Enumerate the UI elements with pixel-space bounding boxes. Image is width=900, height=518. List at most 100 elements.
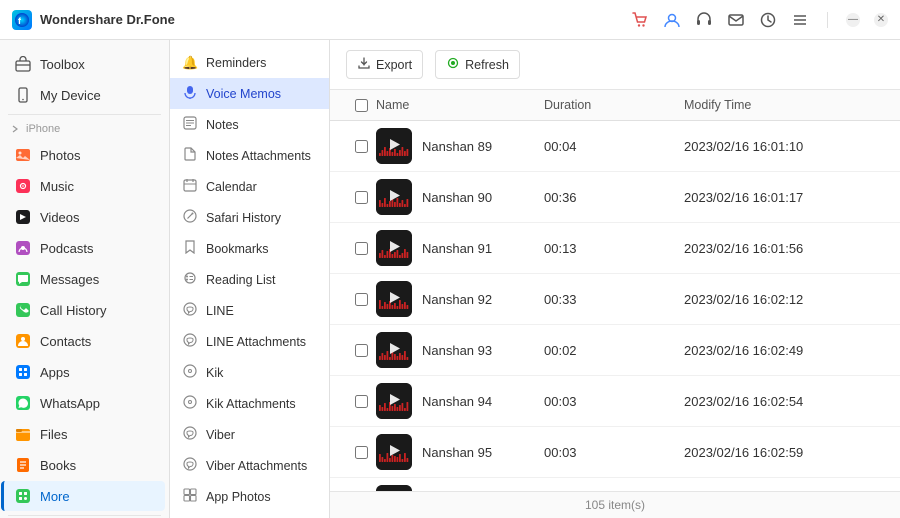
sidebar-item-files[interactable]: Files — [4, 419, 165, 449]
close-button[interactable]: ✕ — [874, 13, 888, 27]
header-checkbox[interactable] — [346, 99, 376, 112]
notes-icon — [182, 116, 198, 133]
app-photos-label: App Photos — [206, 490, 271, 504]
sidebar-item-more[interactable]: More — [1, 481, 165, 511]
music-label: Music — [40, 179, 74, 194]
my-device-label: My Device — [40, 88, 101, 103]
middle-item-line-attachments[interactable]: LINE Attachments — [170, 326, 329, 357]
calendar-icon — [182, 178, 198, 195]
contacts-icon — [14, 332, 32, 350]
sidebar-item-messages[interactable]: Messages — [4, 264, 165, 294]
line-attachments-icon — [182, 333, 198, 350]
row-duration-6: 00:03 — [544, 445, 684, 460]
sidebar-item-whatsapp[interactable]: WhatsApp — [4, 388, 165, 418]
middle-item-kik[interactable]: Kik — [170, 357, 329, 388]
line-attachments-label: LINE Attachments — [206, 335, 306, 349]
sidebar-item-toolbox[interactable]: Toolbox — [4, 49, 165, 79]
refresh-button[interactable]: Refresh — [435, 50, 520, 79]
table-row: Nanshan 93 00:02 2023/02/16 16:02:49 — [330, 325, 900, 376]
row-checkbox-0[interactable] — [346, 140, 376, 153]
refresh-icon — [446, 56, 460, 73]
select-all-checkbox[interactable] — [355, 99, 368, 112]
checkbox-5[interactable] — [355, 395, 368, 408]
sidebar-item-contacts[interactable]: Contacts — [4, 326, 165, 356]
menu-icon[interactable] — [791, 11, 809, 29]
row-checkbox-4[interactable] — [346, 344, 376, 357]
export-button[interactable]: Export — [346, 50, 423, 79]
middle-item-calendar[interactable]: Calendar — [170, 171, 329, 202]
middle-item-line[interactable]: LINE — [170, 295, 329, 326]
modify-time-column-header: Modify Time — [684, 98, 884, 112]
row-name-3: Nanshan 92 — [376, 281, 544, 317]
sidebar-item-podcasts[interactable]: Podcasts — [4, 233, 165, 263]
sidebar-item-photos[interactable]: Photos — [4, 140, 165, 170]
middle-item-voice-memos[interactable]: Voice Memos — [170, 78, 329, 109]
middle-item-reading-list[interactable]: Reading List — [170, 264, 329, 295]
table-row: Nanshan 94 00:03 2023/02/16 16:02:54 — [330, 376, 900, 427]
call-history-label: Call History — [40, 303, 106, 318]
whatsapp-icon — [14, 394, 32, 412]
row-name-0: Nanshan 89 — [376, 128, 544, 164]
voice-thumb-5 — [376, 383, 412, 419]
sidebar-item-call-history[interactable]: Call History — [4, 295, 165, 325]
row-checkbox-1[interactable] — [346, 191, 376, 204]
row-checkbox-5[interactable] — [346, 395, 376, 408]
row-checkbox-2[interactable] — [346, 242, 376, 255]
middle-item-viber[interactable]: Viber — [170, 419, 329, 450]
checkbox-0[interactable] — [355, 140, 368, 153]
headset-icon[interactable] — [695, 11, 713, 29]
sidebar-item-videos[interactable]: Videos — [4, 202, 165, 232]
line-icon — [182, 302, 198, 319]
messages-icon — [14, 270, 32, 288]
toolbox-label: Toolbox — [40, 57, 85, 72]
mail-icon[interactable] — [727, 11, 745, 29]
row-checkbox-6[interactable] — [346, 446, 376, 459]
sidebar: Toolbox My Device iPhone — [0, 40, 170, 518]
row-name-text-4: Nanshan 93 — [422, 343, 492, 358]
voice-thumb-4 — [376, 332, 412, 368]
checkbox-1[interactable] — [355, 191, 368, 204]
middle-item-reminders[interactable]: 🔔 Reminders — [170, 48, 329, 78]
iphone-section-label: iPhone — [26, 123, 60, 135]
row-name-2: Nanshan 91 — [376, 230, 544, 266]
viber-icon — [182, 426, 198, 443]
cart-icon[interactable] — [631, 11, 649, 29]
app-logo: f — [12, 10, 32, 30]
sidebar-item-apps[interactable]: Apps — [4, 357, 165, 387]
voice-thumb-0 — [376, 128, 412, 164]
kik-attachments-icon — [182, 395, 198, 412]
sidebar-item-music[interactable]: Music — [4, 171, 165, 201]
middle-item-viber-attachments[interactable]: Viber Attachments — [170, 450, 329, 481]
checkbox-2[interactable] — [355, 242, 368, 255]
history-icon[interactable] — [759, 11, 777, 29]
row-time-3: 2023/02/16 16:02:12 — [684, 292, 884, 307]
safari-history-icon — [182, 209, 198, 226]
middle-item-kik-attachments[interactable]: Kik Attachments — [170, 388, 329, 419]
middle-item-safari-history[interactable]: Safari History — [170, 202, 329, 233]
checkbox-3[interactable] — [355, 293, 368, 306]
middle-item-notes-attachments[interactable]: Notes Attachments — [170, 140, 329, 171]
voice-memos-label: Voice Memos — [206, 87, 281, 101]
title-bar-controls: — ✕ — [631, 11, 888, 29]
sidebar-item-my-device[interactable]: My Device — [4, 80, 165, 110]
table-body: Nanshan 89 00:04 2023/02/16 16:01:10 Nan… — [330, 121, 900, 491]
middle-item-bookmarks[interactable]: Bookmarks — [170, 233, 329, 264]
viber-attachments-icon — [182, 457, 198, 474]
middle-item-app-videos[interactable]: App Videos — [170, 512, 329, 518]
notes-label: Notes — [206, 118, 239, 132]
row-name-1: Nanshan 90 — [376, 179, 544, 215]
kik-icon — [182, 364, 198, 381]
books-label: Books — [40, 458, 76, 473]
voice-thumb-2 — [376, 230, 412, 266]
middle-item-notes[interactable]: Notes — [170, 109, 329, 140]
row-checkbox-3[interactable] — [346, 293, 376, 306]
user-icon[interactable] — [663, 11, 681, 29]
checkbox-4[interactable] — [355, 344, 368, 357]
minimize-button[interactable]: — — [846, 13, 860, 27]
checkbox-6[interactable] — [355, 446, 368, 459]
sidebar-item-books[interactable]: Books — [4, 450, 165, 480]
videos-icon — [14, 208, 32, 226]
toolbox-icon — [14, 55, 32, 73]
call-history-icon — [14, 301, 32, 319]
middle-item-app-photos[interactable]: App Photos — [170, 481, 329, 512]
